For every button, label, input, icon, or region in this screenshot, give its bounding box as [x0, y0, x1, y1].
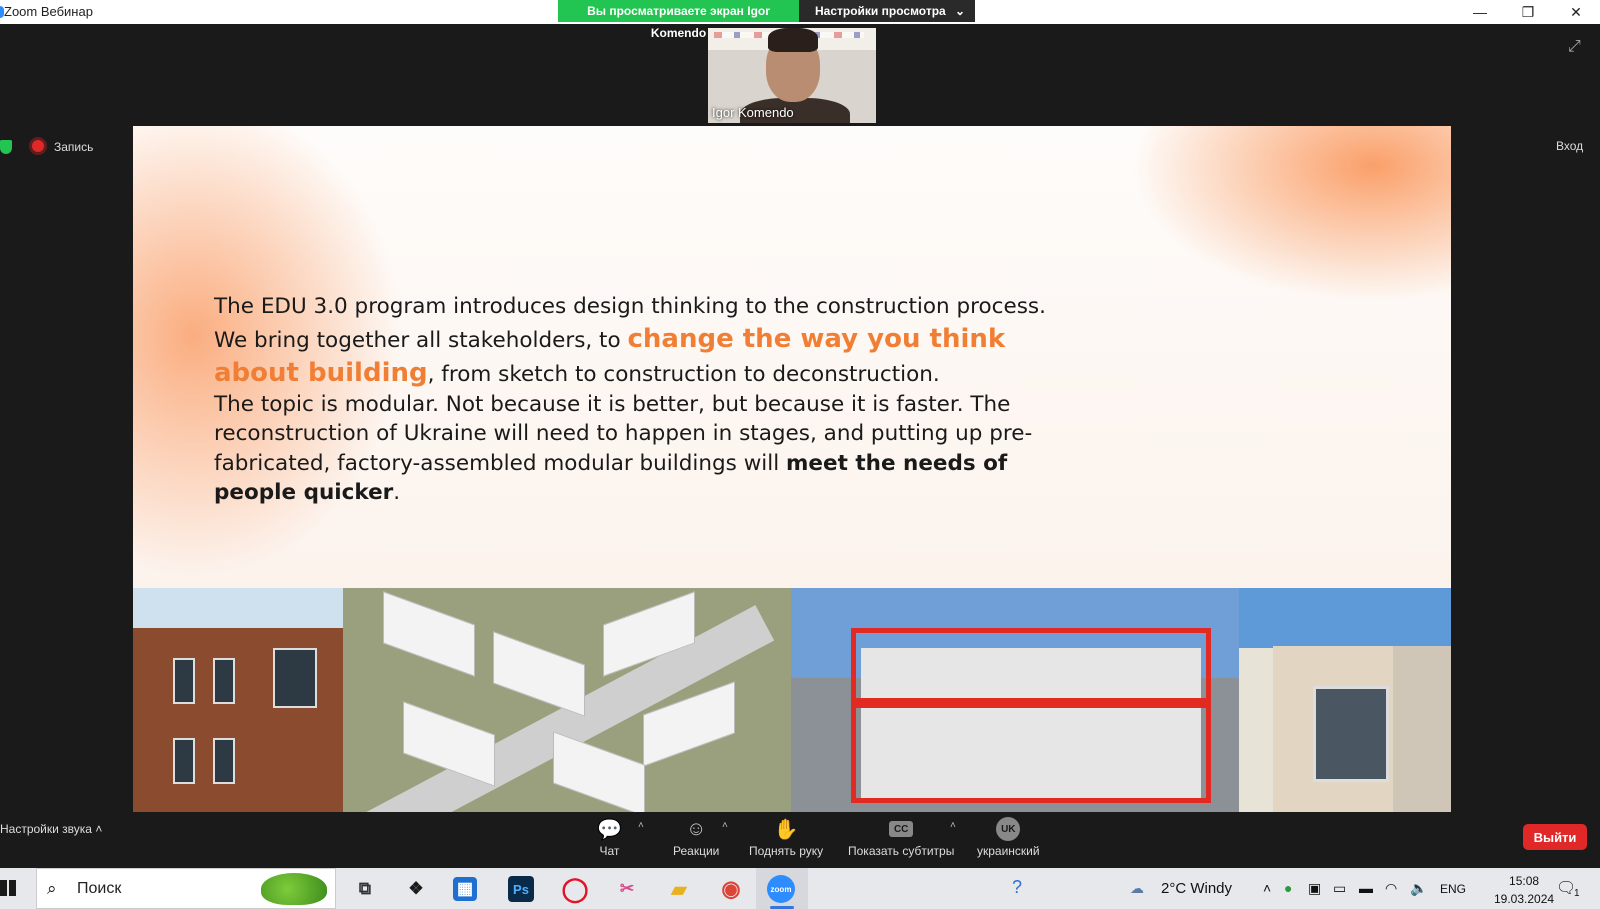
wifi-icon[interactable]: ◠ — [1385, 880, 1397, 897]
chat-label: Чат — [599, 844, 620, 858]
audio-settings-label: Настройки звука — [0, 822, 92, 836]
clock-date: 19.03.2024 — [1494, 892, 1555, 906]
raise-hand-label: Поднять руку — [749, 844, 824, 858]
photoshop-icon[interactable]: Ps — [508, 876, 534, 902]
language-badge: UK — [996, 817, 1021, 841]
dropbox-icon[interactable]: ❖ — [401, 874, 431, 904]
task-view-icon[interactable]: ⧉ — [350, 874, 380, 904]
close-button[interactable]: ✕ — [1552, 0, 1600, 24]
clock-time: 15:08 — [1509, 874, 1540, 888]
opera-icon[interactable]: ◯ — [560, 874, 590, 904]
weather-text[interactable]: 2°C Windy — [1161, 880, 1232, 897]
viewing-status: Вы просматриваете экран Igor Komendo — [558, 0, 799, 40]
search-highlight-image — [261, 873, 327, 905]
cabin-window — [1313, 686, 1389, 782]
restore-button[interactable]: ❐ — [1504, 0, 1552, 24]
show-hidden-icons-chevron-icon[interactable]: ˄ — [1263, 880, 1271, 896]
photo-timber-cabin — [1239, 588, 1451, 812]
recording-label: Запись — [54, 140, 94, 154]
reactions-options-chevron-icon[interactable]: ˄ — [722, 820, 728, 831]
captions-icon: CC — [889, 816, 914, 842]
building-window — [173, 738, 195, 784]
language-button[interactable]: UK украинский — [977, 816, 1040, 858]
building-window — [173, 658, 195, 704]
slide-text: The EDU 3.0 program introduces design th… — [214, 292, 1094, 508]
chevron-up-icon: ˄ — [95, 822, 103, 836]
chat-options-chevron-icon[interactable]: ˄ — [638, 820, 644, 831]
container-module — [553, 731, 645, 812]
audio-settings-button[interactable]: Настройки звука ˄ — [0, 822, 102, 836]
reactions-label: Реакции — [673, 844, 720, 858]
slide-line-2-end: , from sketch to construction to deconst… — [427, 361, 940, 387]
search-icon: ⌕ — [47, 879, 57, 898]
language-label: украинский — [977, 844, 1040, 858]
fullscreen-icon[interactable]: ⤢ — [1568, 38, 1588, 58]
window-controls: — ❐ ✕ — [1456, 0, 1600, 24]
participant-video[interactable]: Igor Komendo — [708, 28, 876, 123]
chat-button[interactable]: 💬 Чат — [597, 816, 622, 859]
taskbar-clock[interactable]: 15:08 19.03.2024 — [1494, 872, 1554, 908]
captions-options-chevron-icon[interactable]: ˄ — [950, 820, 956, 831]
language-icon: UK — [996, 816, 1021, 842]
input-language[interactable]: ENG — [1440, 882, 1466, 896]
recording-icon — [32, 140, 44, 152]
sign-in-link[interactable]: Вход — [1556, 139, 1583, 153]
chrome-icon[interactable]: ◉ — [716, 874, 746, 904]
snipping-tool-icon[interactable]: ✂ — [612, 874, 642, 904]
battery-icon[interactable]: ▬ — [1359, 880, 1373, 896]
microsoft-store-icon[interactable]: ▦ — [453, 877, 477, 901]
slide-photo-strip — [133, 588, 1451, 812]
chevron-down-icon: ⌄ — [954, 4, 965, 18]
red-frame-upper — [851, 628, 1211, 708]
slide-line-2-start: We bring together all stakeholders, to — [214, 327, 628, 353]
captions-button[interactable]: CC Показать субтитры — [848, 816, 954, 858]
slide-paragraph-2: We bring together all stakeholders, to c… — [214, 322, 1094, 390]
photo-container-village-render — [343, 588, 791, 812]
chat-icon: 💬 — [597, 818, 622, 841]
volume-icon[interactable]: 🔈 — [1410, 880, 1427, 897]
reactions-button[interactable]: ☺ Реакции — [673, 816, 720, 859]
minimize-button[interactable]: — — [1456, 0, 1504, 24]
meeting-control-bar: Настройки звука ˄ 💬 Чат ˄ ☺ Реакции ˄ ✋ … — [0, 812, 1600, 868]
photo-red-frame-building — [791, 588, 1239, 812]
viewing-banner: Вы просматриваете экран Igor Komendo Нас… — [558, 0, 975, 40]
hand-icon: ✋ — [773, 818, 799, 841]
slide-paragraph-3: The topic is modular. Not because it is … — [214, 390, 1094, 508]
red-frame-lower — [851, 698, 1211, 803]
raise-hand-button[interactable]: ✋ Поднять руку — [749, 816, 824, 859]
slide-line-3-end: . — [393, 480, 401, 505]
taskbar-search[interactable]: ⌕ Поиск — [36, 868, 336, 909]
windows-taskbar: ⌕ Поиск ⧉ ❖ ▦ Ps ◯ ✂ ▰ ◉ zoom ? ☁ 2°C Wi… — [0, 868, 1600, 909]
container-module — [493, 631, 585, 717]
security-shield-icon[interactable] — [0, 140, 12, 154]
title-bar: Zoom Вебинар Вы просматриваете экран Igo… — [0, 0, 1600, 40]
building-window — [273, 648, 317, 708]
participant-hair — [768, 28, 818, 52]
tray-app-icon[interactable]: ● — [1284, 880, 1292, 896]
emoji-icon: ☺ — [685, 817, 707, 840]
shared-screen-slide: The EDU 3.0 program introduces design th… — [133, 126, 1451, 812]
leave-button[interactable]: Выйти — [1523, 824, 1587, 850]
weather-icon: ☁ — [1130, 880, 1144, 896]
help-icon[interactable]: ? — [1012, 877, 1022, 898]
file-explorer-icon[interactable]: ▰ — [664, 874, 694, 904]
slide-line-1: The EDU 3.0 program introduces design th… — [214, 294, 1046, 319]
search-input[interactable]: Поиск — [77, 880, 121, 898]
app-title: Zoom Вебинар — [4, 4, 93, 19]
view-options-button[interactable]: Настройки просмотра ⌄ — [799, 0, 975, 22]
participant-name: Igor Komendo — [712, 105, 794, 120]
notification-count: 1 — [1574, 888, 1580, 899]
photo-wooden-modular-building — [133, 588, 343, 812]
zoom-icon[interactable]: zoom — [767, 875, 795, 903]
meet-now-icon[interactable]: ▣ — [1308, 880, 1321, 897]
windows-start-icon[interactable] — [0, 880, 16, 896]
container-module — [383, 591, 475, 677]
display-icon[interactable]: ▭ — [1333, 880, 1346, 897]
view-options-label: Настройки просмотра — [815, 4, 946, 18]
cabin-facade — [1273, 646, 1451, 812]
building-window — [213, 738, 235, 784]
building-window — [213, 658, 235, 704]
cc-badge: CC — [889, 821, 914, 837]
captions-label: Показать субтитры — [848, 844, 955, 858]
